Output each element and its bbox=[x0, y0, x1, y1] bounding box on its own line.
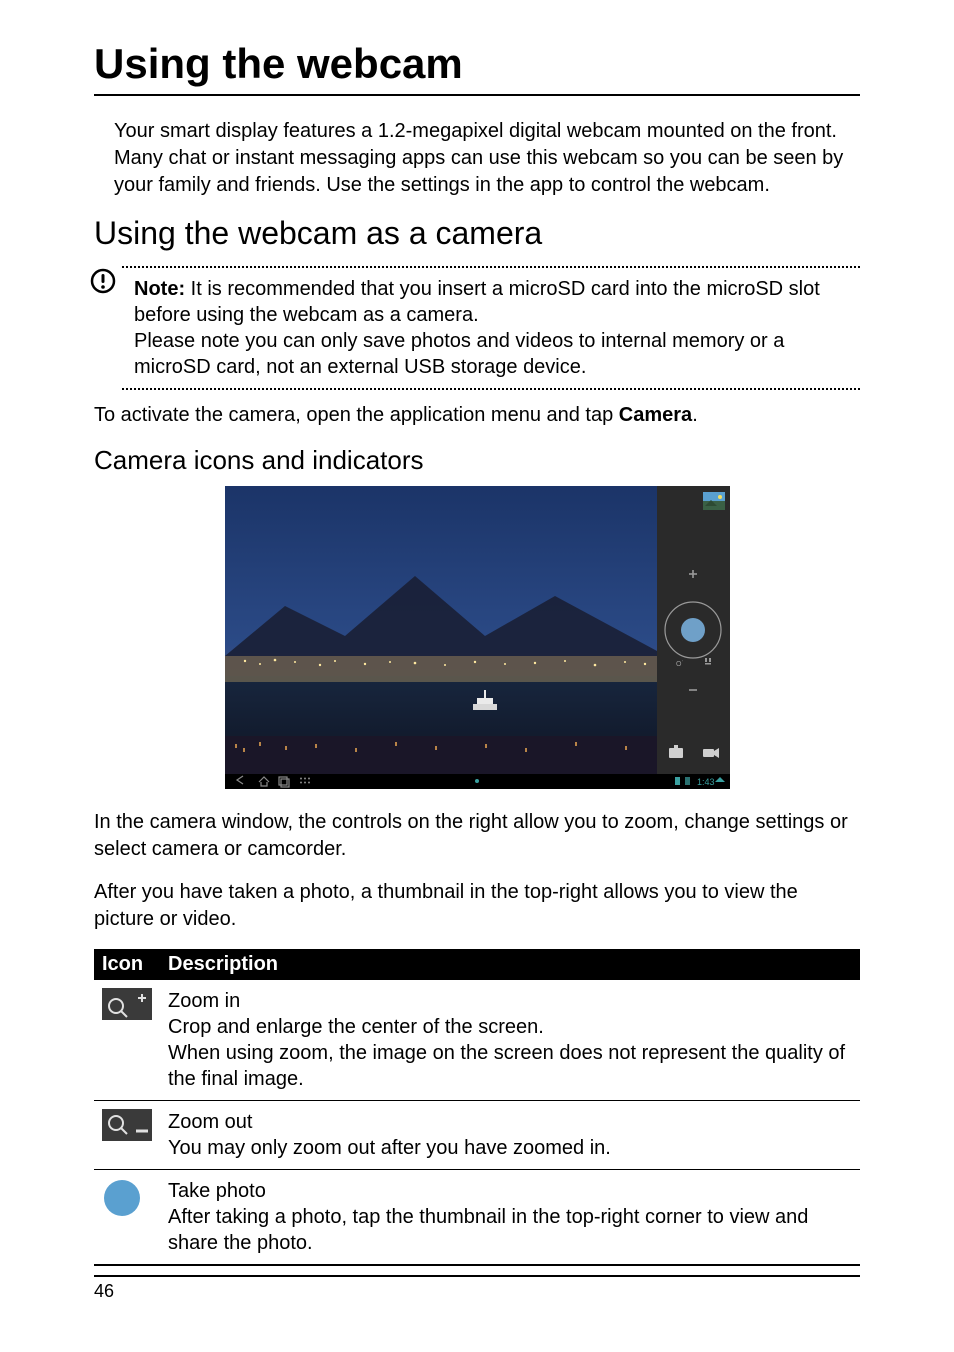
subsection-heading-icons: Camera icons and indicators bbox=[94, 445, 860, 476]
zoom-out-icon bbox=[102, 1109, 152, 1141]
note-label: Note: bbox=[134, 278, 185, 300]
page-number: 46 bbox=[94, 1275, 860, 1302]
icon-description-table: Icon Description bbox=[94, 949, 860, 1266]
note-text-2: Please note you can only save photos and… bbox=[134, 328, 860, 380]
intro-paragraph: Your smart display features a 1.2-megapi… bbox=[114, 118, 860, 199]
table-row: Zoom in Crop and enlarge the center of t… bbox=[94, 980, 860, 1101]
note-box: Note: It is recommended that you insert … bbox=[122, 266, 860, 390]
take-photo-icon bbox=[102, 1178, 152, 1218]
after-screenshot-text-2: After you have taken a photo, a thumbnai… bbox=[94, 879, 860, 933]
battery-icon bbox=[675, 777, 680, 785]
row-body: After taking a photo, tap the thumbnail … bbox=[168, 1204, 852, 1256]
section-heading-camera: Using the webcam as a camera bbox=[94, 215, 860, 252]
activate-bold: Camera bbox=[619, 404, 692, 426]
table-header-description: Description bbox=[160, 949, 860, 980]
zoom-in-icon bbox=[102, 988, 152, 1020]
activate-text: To activate the camera, open the applica… bbox=[94, 404, 860, 427]
table-header-icon: Icon bbox=[94, 949, 160, 980]
video-mode-icon[interactable] bbox=[703, 748, 719, 758]
row-body: Crop and enlarge the center of the scree… bbox=[168, 1014, 852, 1092]
table-row: Take photo After taking a photo, tap the… bbox=[94, 1170, 860, 1266]
photo-thumbnail-icon[interactable] bbox=[703, 492, 725, 510]
battery-icon bbox=[685, 777, 690, 785]
after-screenshot-text-1: In the camera window, the controls on th… bbox=[94, 809, 860, 863]
warning-icon bbox=[90, 268, 116, 299]
activate-pre: To activate the camera, open the applica… bbox=[94, 404, 619, 426]
camera-app-screenshot: O˙ bbox=[225, 486, 730, 789]
activate-post: . bbox=[692, 404, 698, 426]
status-time: 1:43 bbox=[697, 777, 715, 787]
page-title: Using the webcam bbox=[94, 40, 860, 96]
row-title: Zoom in bbox=[168, 988, 852, 1014]
note-text-1: It is recommended that you insert a micr… bbox=[134, 278, 820, 326]
hdr-icon[interactable]: O˙ bbox=[676, 660, 684, 668]
row-title: Take photo bbox=[168, 1178, 852, 1204]
table-row: Zoom out You may only zoom out after you… bbox=[94, 1101, 860, 1170]
row-body: You may only zoom out after you have zoo… bbox=[168, 1135, 852, 1161]
row-title: Zoom out bbox=[168, 1109, 852, 1135]
